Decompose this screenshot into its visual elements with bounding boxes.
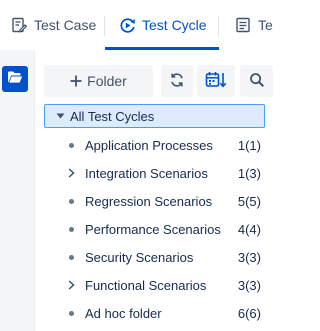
tree-item-count: 1(3): [237, 165, 261, 181]
add-folder-button[interactable]: Folder: [44, 65, 153, 97]
tree-item[interactable]: Performance Scenarios 4(4): [44, 215, 274, 243]
tree-item-count: 3(3): [237, 249, 261, 265]
bullet-icon: [64, 194, 78, 208]
sync-button[interactable]: [161, 65, 193, 97]
tree-item[interactable]: Functional Scenarios 3(3): [44, 271, 274, 299]
cycle-play-icon: [118, 16, 136, 34]
tree-item-count: 1(1): [237, 137, 261, 153]
tree-item-label: Regression Scenarios: [85, 193, 213, 209]
tree-item-label: Security Scenarios: [85, 249, 194, 265]
bullet-icon: [64, 306, 78, 320]
chevron-right-icon[interactable]: [64, 278, 78, 292]
document-edit-icon: [10, 16, 28, 34]
add-folder-label: Folder: [87, 73, 127, 89]
tree-item-label: Integration Scenarios: [85, 165, 208, 181]
tab-divider: [218, 16, 219, 36]
tab-label: Te: [258, 17, 273, 33]
calendar-sort-icon: [205, 71, 227, 92]
open-folder-icon: [7, 70, 23, 89]
tree-item-count: 4(4): [237, 221, 261, 237]
tree-item[interactable]: Security Scenarios 3(3): [44, 243, 274, 271]
tree-item[interactable]: Ad hoc folder 6(6): [44, 299, 274, 327]
search-button[interactable]: [240, 65, 273, 97]
tab-test-case[interactable]: Test Case: [10, 0, 96, 50]
tree-item-label: Functional Scenarios: [85, 277, 207, 293]
tab-test-plan[interactable]: Te: [234, 0, 273, 50]
document-list-icon: [234, 16, 252, 34]
tree-item[interactable]: Regression Scenarios 5(5): [44, 187, 274, 215]
bullet-icon: [64, 222, 78, 236]
tree-root-label: All Test Cycles: [70, 108, 155, 124]
sync-icon: [169, 72, 185, 91]
search-icon: [249, 72, 265, 91]
bullet-icon: [64, 250, 78, 264]
tab-label: Test Cycle: [142, 17, 207, 33]
tree-item-label: Application Processes: [85, 137, 213, 153]
tree-item-count: 5(5): [237, 193, 261, 209]
tree-item[interactable]: Application Processes 1(1): [44, 131, 274, 159]
tree-item-count: 3(3): [237, 277, 261, 293]
tree-item-label: Ad hoc folder: [85, 305, 162, 321]
module-tabs: Test Case Test Cycle Te: [0, 0, 278, 50]
tab-label: Test Case: [34, 17, 97, 33]
tree-item-count: 6(6): [237, 305, 261, 321]
bullet-icon: [64, 138, 78, 152]
tree-item-label: Performance Scenarios: [85, 221, 221, 237]
folder-panel-button[interactable]: [2, 66, 28, 92]
plus-icon: [70, 72, 82, 90]
chevron-down-icon[interactable]: [51, 113, 69, 119]
tree-item[interactable]: Integration Scenarios 1(3): [44, 159, 274, 187]
calendar-sort-button[interactable]: [197, 65, 235, 97]
tree-root-all-test-cycles[interactable]: All Test Cycles: [44, 104, 265, 128]
left-rail: [0, 50, 35, 331]
tab-test-cycle[interactable]: Test Cycle: [105, 0, 219, 50]
chevron-right-icon[interactable]: [64, 166, 78, 180]
